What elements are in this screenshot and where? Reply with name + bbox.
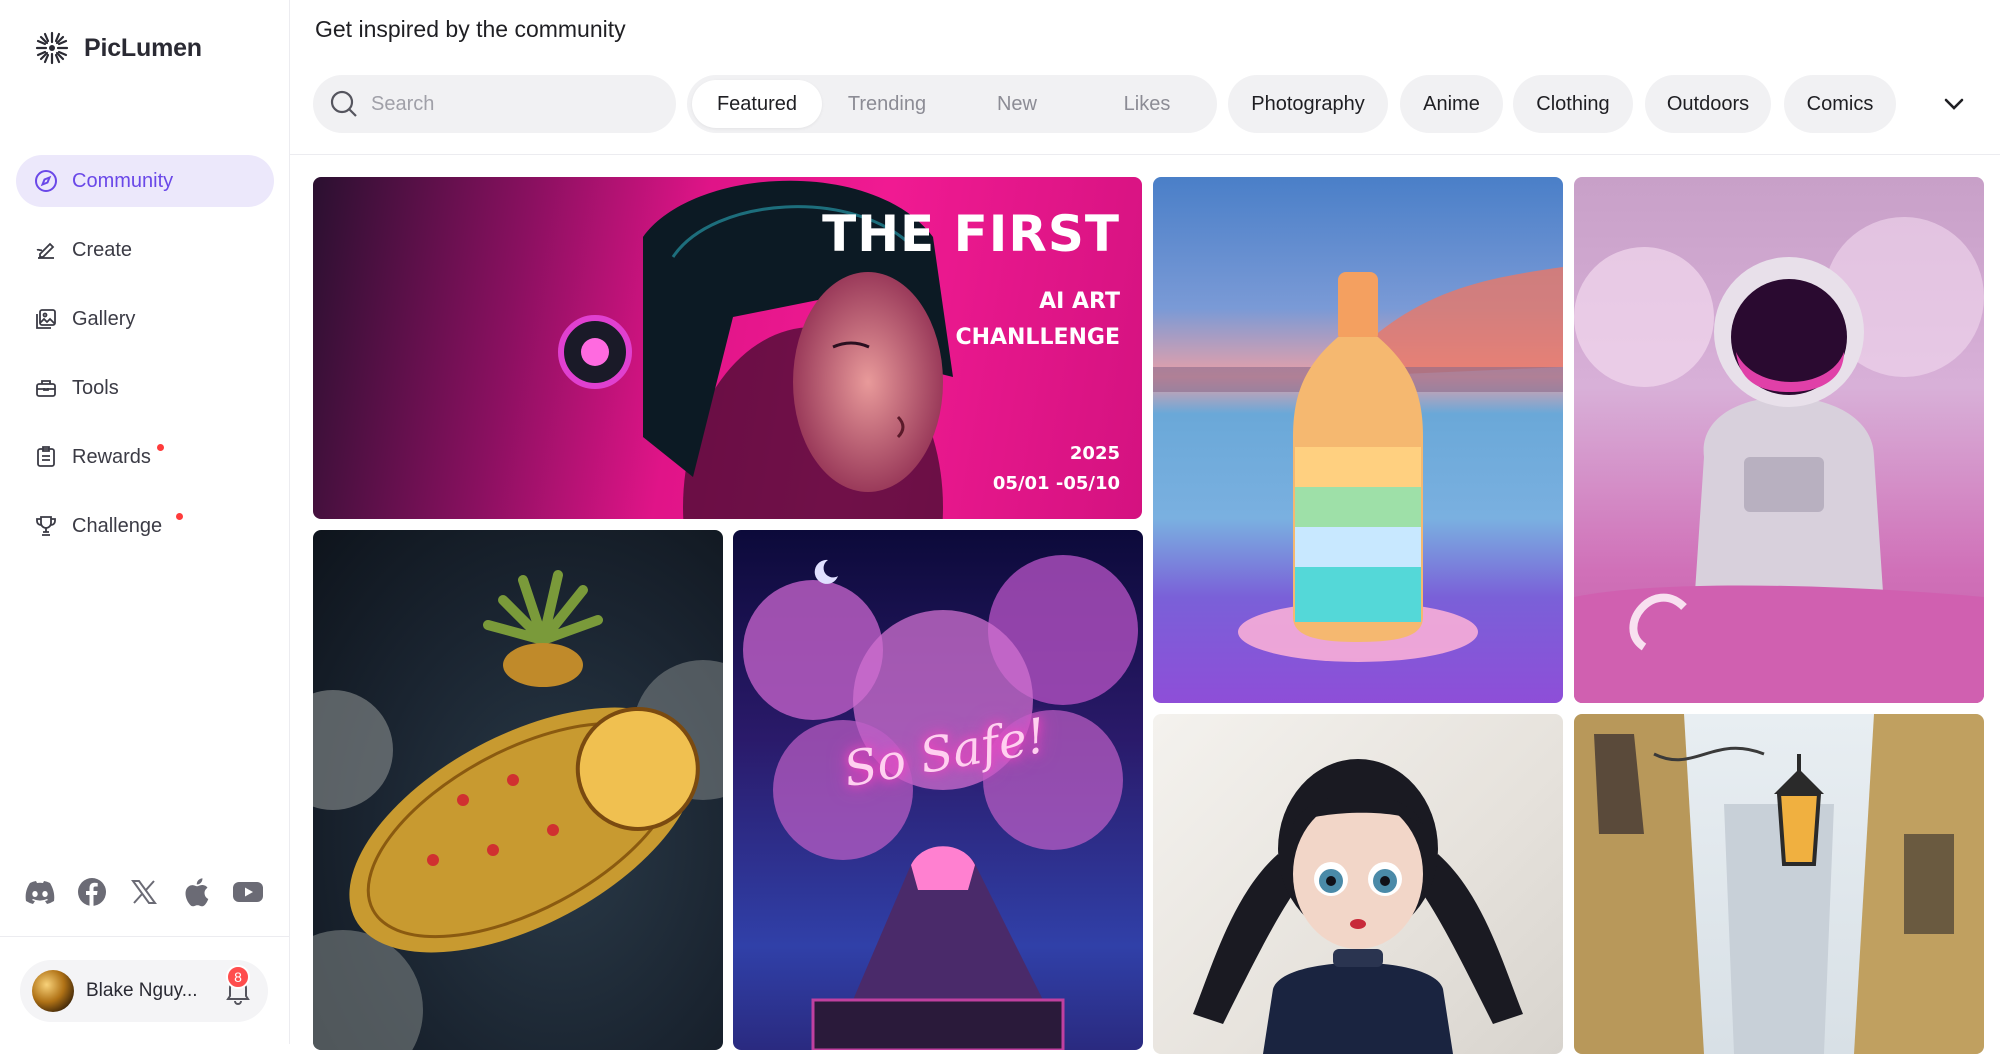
sidebar-item-create[interactable]: Create <box>16 224 274 276</box>
avatar[interactable] <box>32 970 74 1012</box>
neon-volcano-image <box>743 555 1138 1050</box>
sidebar-nav: Community Create Gallery Tools Rewards C… <box>16 155 274 569</box>
banner-line1: AI ART <box>1039 289 1120 314</box>
discord-icon[interactable] <box>24 876 56 908</box>
pineapple-airship-image <box>313 570 723 1050</box>
image-card-so-safe[interactable]: So Safe! <box>733 530 1143 1050</box>
sidebar-divider <box>0 936 290 937</box>
tab-trending[interactable]: Trending <box>822 80 952 128</box>
image-card-pineapple-airship[interactable] <box>313 530 723 1050</box>
category-chip-anime[interactable]: Anime <box>1400 75 1503 133</box>
image-card-doll[interactable] <box>1153 714 1563 1054</box>
challenge-notification-dot <box>176 513 183 520</box>
sidebar-item-challenge[interactable]: Challenge <box>16 500 274 552</box>
challenge-banner-card[interactable]: THE FIRST AI ART CHANLLENGE 2025 05/01 -… <box>313 177 1142 519</box>
sidebar-item-gallery[interactable]: Gallery <box>16 293 274 345</box>
brand-name: PicLumen <box>84 33 202 62</box>
sidebar: PicLumen Community Create Gallery Tools <box>0 0 290 1044</box>
banner-line2: CHANLLENGE <box>955 325 1120 350</box>
header-divider <box>290 154 2000 155</box>
banner-dates: 05/01 -05/10 <box>992 473 1120 494</box>
apple-icon[interactable] <box>180 876 212 908</box>
search-bar[interactable] <box>313 75 676 133</box>
sidebar-item-community[interactable]: Community <box>16 155 274 207</box>
more-categories-button[interactable] <box>1938 88 1970 120</box>
toolbox-icon <box>36 380 56 397</box>
tab-featured[interactable]: Featured <box>692 80 822 128</box>
tab-likes[interactable]: Likes <box>1082 80 1212 128</box>
trophy-icon <box>36 516 56 536</box>
chevron-down-icon <box>1944 98 1964 110</box>
notification-badge: 8 <box>226 965 250 989</box>
sidebar-item-label: Community <box>72 169 174 192</box>
sort-tabs: Featured Trending New Likes <box>687 75 1217 133</box>
category-chip-comics[interactable]: Comics <box>1784 75 1896 133</box>
image-card-alley-lantern[interactable] <box>1574 714 1984 1054</box>
user-profile-card[interactable]: Blake Nguy... 8 <box>20 960 268 1022</box>
category-chip-outdoors[interactable]: Outdoors <box>1645 75 1771 133</box>
search-input[interactable] <box>371 92 651 116</box>
clipboard-icon <box>37 446 55 467</box>
facebook-icon[interactable] <box>76 876 108 908</box>
social-links <box>24 876 264 908</box>
youtube-icon[interactable] <box>232 876 264 908</box>
sidebar-item-rewards[interactable]: Rewards <box>16 431 274 483</box>
sidebar-item-label: Gallery <box>72 307 136 330</box>
search-icon <box>330 90 357 117</box>
banner-year: 2025 <box>1069 443 1120 464</box>
sidebar-item-label: Create <box>72 238 133 261</box>
brand-logo[interactable]: PicLumen <box>34 30 202 66</box>
banner-title: THE FIRST <box>822 205 1120 263</box>
category-chip-clothing[interactable]: Clothing <box>1513 75 1633 133</box>
sidebar-item-tools[interactable]: Tools <box>16 362 274 414</box>
tab-new[interactable]: New <box>952 80 1082 128</box>
x-icon[interactable] <box>128 876 160 908</box>
pen-icon <box>36 242 55 259</box>
sidebar-item-label: Rewards <box>72 445 151 468</box>
compass-icon <box>35 170 57 192</box>
alley-lantern-image <box>1574 714 1984 1054</box>
sunburst-logo-icon <box>35 31 69 65</box>
astronaut-image <box>1574 217 1984 703</box>
doll-image <box>1193 759 1523 1054</box>
rewards-notification-dot <box>157 444 164 451</box>
category-chip-photography[interactable]: Photography <box>1228 75 1388 133</box>
notifications-button[interactable]: 8 <box>224 965 252 1010</box>
sidebar-item-label: Challenge <box>72 514 163 537</box>
gallery-icon <box>36 309 56 329</box>
sidebar-item-label: Tools <box>72 376 119 399</box>
image-card-bottle[interactable] <box>1153 177 1563 703</box>
user-name: Blake Nguy... <box>86 980 198 1001</box>
image-card-astronaut[interactable] <box>1574 177 1984 703</box>
page-title: Get inspired by the community <box>315 16 626 42</box>
rainbow-bottle-image <box>1153 267 1563 662</box>
